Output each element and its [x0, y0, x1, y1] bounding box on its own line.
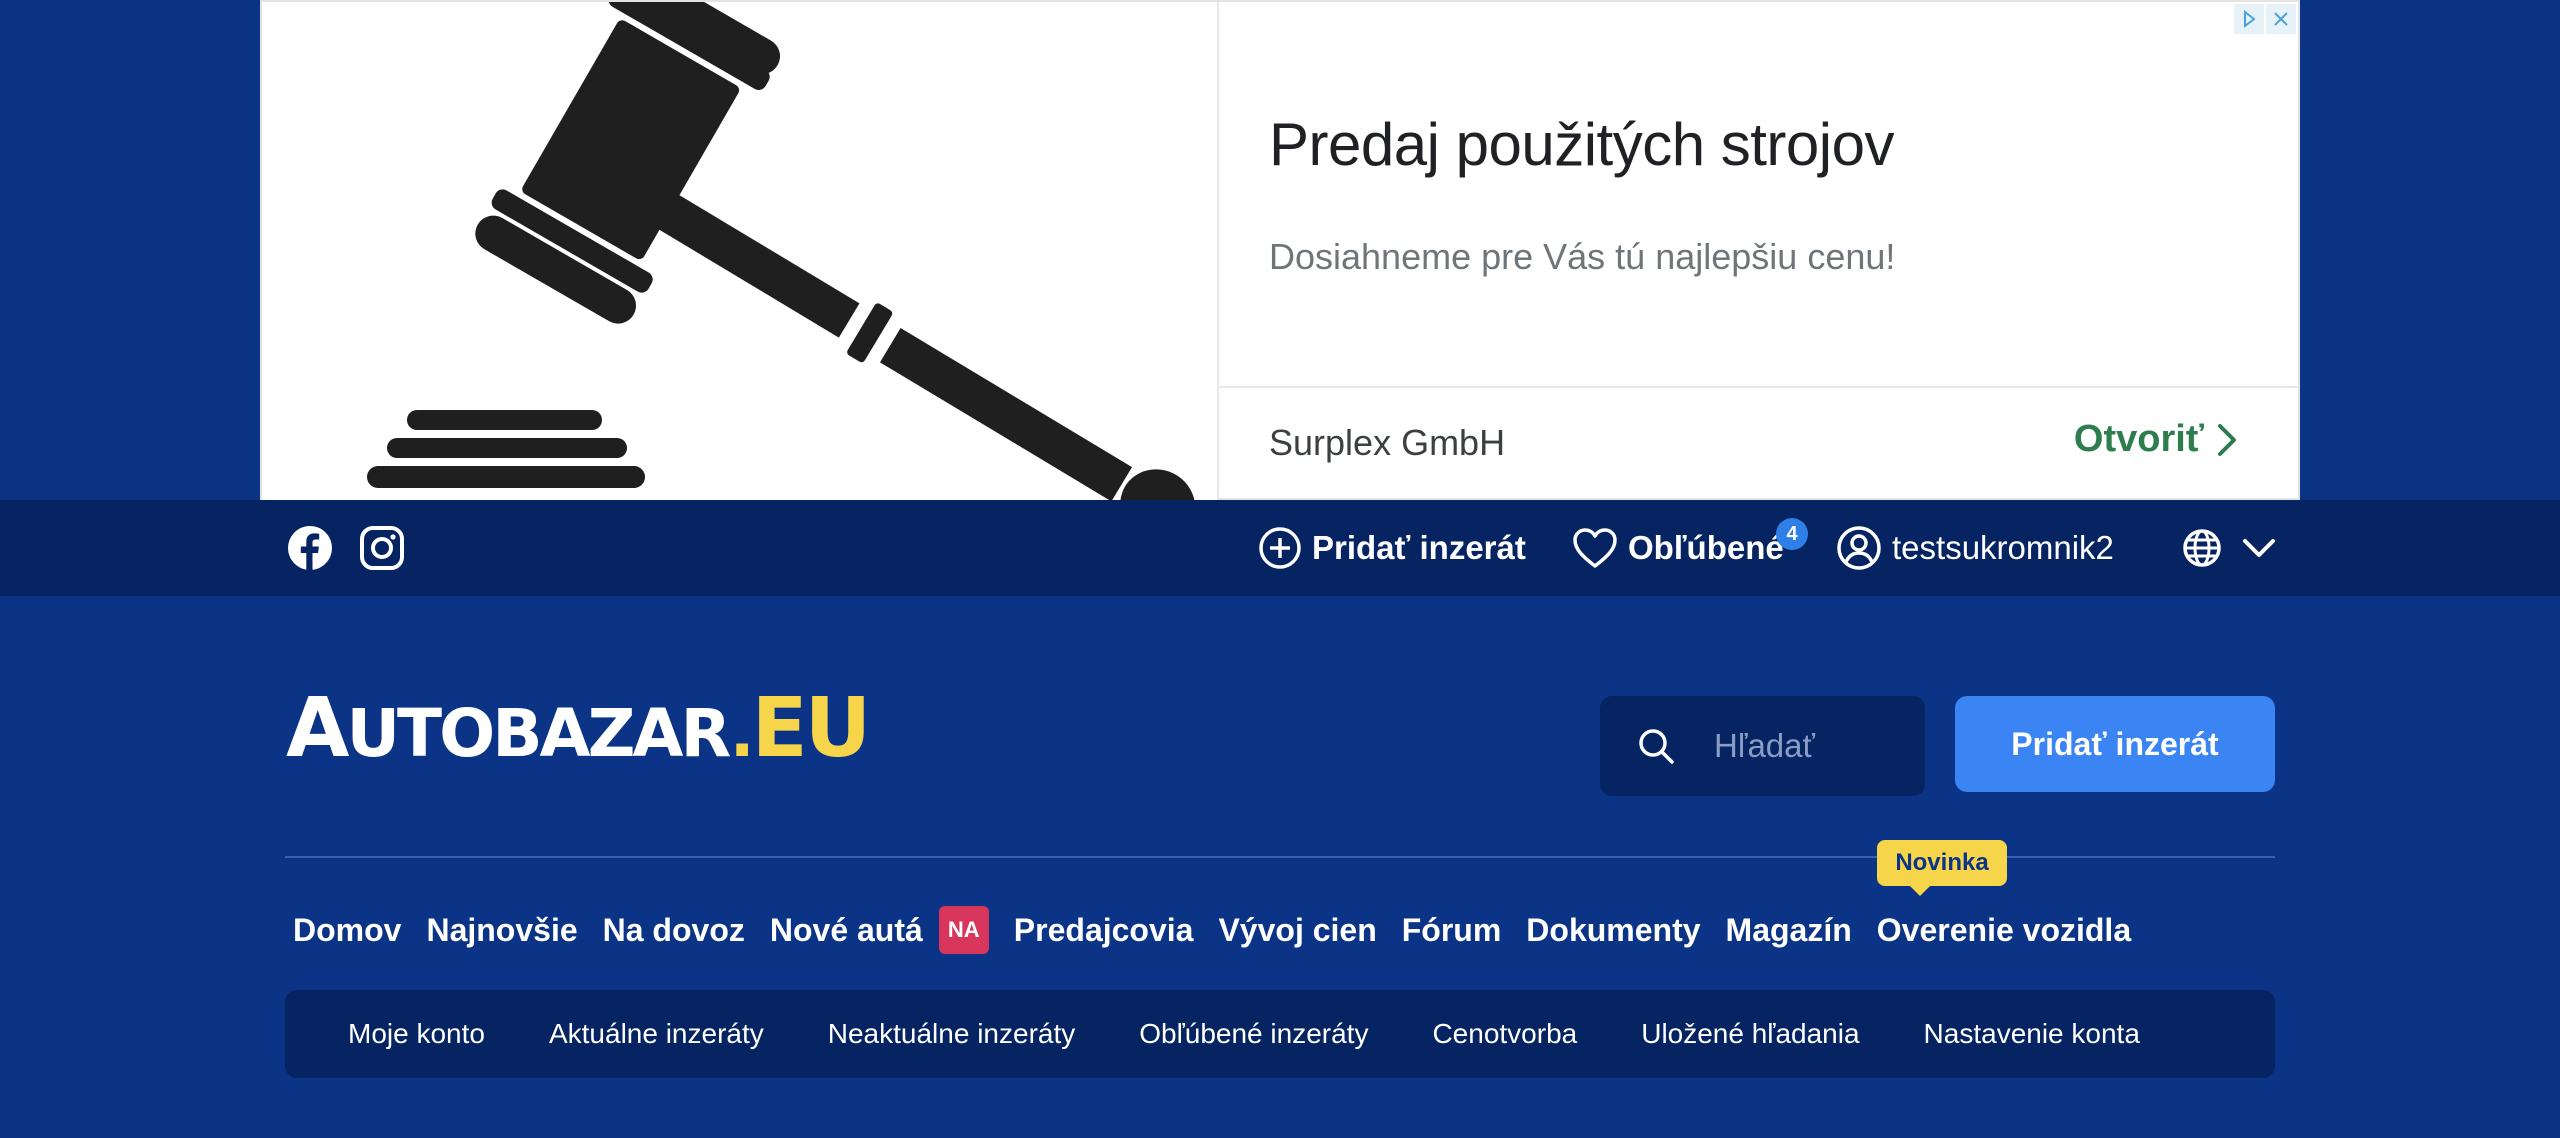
gavel-icon [367, 0, 1196, 543]
favorites-count-badge: 4 [1776, 518, 1808, 550]
ad-content[interactable]: Predaj použitých strojov Dosiahneme pre … [1219, 2, 2298, 500]
globe-icon [2183, 529, 2221, 567]
nav-item-nove-auta[interactable]: Nové autá NA [770, 906, 989, 954]
main-navigation: Domov Najnovšie Na dovoz Nové autá NA Pre… [293, 900, 2156, 960]
ad-choices[interactable] [2234, 4, 2296, 34]
ad-separator [1219, 386, 2298, 388]
novinka-badge: Novinka [1877, 840, 2007, 896]
logo-dot: . [729, 695, 755, 772]
topbar-favorites-label: Obľúbené [1628, 529, 1784, 566]
language-selector[interactable] [2182, 522, 2276, 574]
search-input[interactable] [1714, 722, 1904, 770]
user-circle-icon [1837, 526, 1881, 570]
ad-open-label: Otvoriť [2073, 418, 2204, 460]
facebook-icon[interactable] [286, 524, 334, 572]
top-utility-bar: Pridať inzerát Obľúbené 4 testsukromnik2 [0, 500, 2560, 596]
subnav-item-cenotvorba[interactable]: Cenotvorba [1432, 1018, 1577, 1050]
heart-icon [1573, 528, 1617, 568]
nav-item-domov[interactable]: Domov [293, 912, 401, 949]
search-icon[interactable] [1636, 726, 1676, 766]
nav-item-dokumenty[interactable]: Dokumenty [1526, 912, 1700, 949]
nav-item-forum[interactable]: Fórum [1402, 912, 1502, 949]
instagram-icon[interactable] [358, 524, 406, 572]
topbar-favorites[interactable]: Obľúbené [1572, 522, 1784, 574]
subnav-item-aktualne-inzeraty[interactable]: Aktuálne inzeráty [549, 1018, 764, 1050]
nav-item-magazin[interactable]: Magazín [1726, 912, 1852, 949]
logo-eu: EU [751, 681, 872, 776]
subnav-item-neaktualne-inzeraty[interactable]: Neaktuálne inzeráty [828, 1018, 1075, 1050]
nav-item-nove-auta-label: Nové autá [769, 911, 923, 948]
subnav-item-nastavenie-konta[interactable]: Nastavenie konta [1924, 1018, 2140, 1050]
subnav-item-ulozene-hladania[interactable]: Uložené hľadania [1641, 1018, 1859, 1050]
logo-text: UTOBAZAR [346, 695, 732, 772]
subnav-item-moje-konto[interactable]: Moje konto [348, 1018, 485, 1050]
ad-open-button[interactable]: Otvoriť [2074, 418, 2238, 461]
nav-item-na-dovoz[interactable]: Na dovoz [603, 912, 745, 949]
chevron-right-icon [2218, 423, 2236, 456]
search-box[interactable] [1600, 696, 1925, 796]
ad-info-icon[interactable] [2234, 4, 2264, 34]
logo-letter-a: A [286, 681, 349, 776]
ad-headline[interactable]: Predaj použitých strojov [1269, 110, 1894, 179]
ad-close-icon[interactable] [2266, 4, 2296, 34]
topbar-user-account[interactable]: testsukromnik2 [1836, 522, 2114, 574]
nav-item-vyvoj-cien[interactable]: Vývoj cien [1218, 912, 1376, 949]
ad-advertiser: Surplex GmbH [1269, 422, 1506, 463]
topbar-add-listing-label: Pridať inzerát [1312, 529, 1526, 566]
nav-item-overenie-vozidla[interactable]: Overenie vozidla [1877, 912, 2131, 949]
add-listing-button[interactable]: Pridať inzerát [1955, 696, 2275, 792]
na-badge: NA [938, 906, 989, 954]
site-logo[interactable]: AUTOBAZAR.EU [286, 688, 871, 775]
account-subnav: Moje konto Aktuálne inzeráty Neaktuálne … [285, 990, 2275, 1078]
plus-circle-icon [1259, 527, 1301, 569]
subnav-item-oblubene-inzeraty[interactable]: Obľúbené inzeráty [1139, 1018, 1368, 1050]
advertisement-banner[interactable]: Predaj použitých strojov Dosiahneme pre … [260, 0, 2300, 543]
nav-item-predajcovia[interactable]: Predajcovia [1014, 912, 1194, 949]
topbar-add-listing[interactable]: Pridať inzerát [1258, 522, 1526, 574]
nav-item-najnovsie[interactable]: Najnovšie [426, 912, 577, 949]
username-label: testsukromnik2 [1892, 529, 2114, 566]
ad-image[interactable] [262, 0, 1217, 543]
ad-description: Dosiahneme pre Vás tú najlepšiu cenu! [1269, 236, 1896, 277]
chevron-down-icon [2243, 539, 2275, 557]
